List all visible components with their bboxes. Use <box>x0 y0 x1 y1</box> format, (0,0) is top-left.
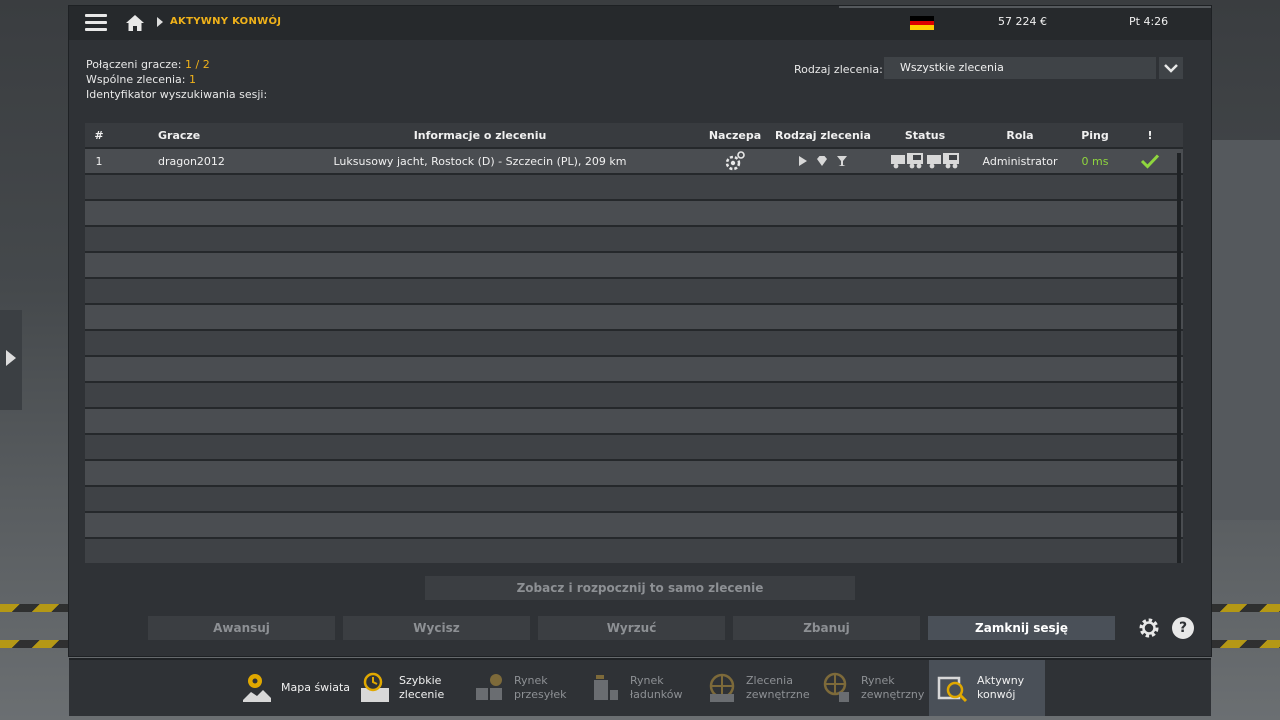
side-panel-arrow-icon[interactable] <box>6 350 16 366</box>
nav-external-jobs[interactable]: Zlecenia zewnętrzne <box>706 660 810 716</box>
checkmark-icon <box>1140 154 1160 169</box>
nav-label: Rynek zewnętrzny <box>861 674 925 701</box>
table-row-empty <box>85 381 1183 407</box>
money-display: 57 224 € <box>998 15 1047 28</box>
table-row-empty <box>85 459 1183 485</box>
trailer-gear-icon <box>725 151 745 171</box>
truck-status-icon <box>891 153 923 169</box>
diamond-icon <box>817 156 827 166</box>
header-ping[interactable]: Ping <box>1065 123 1125 147</box>
convoy-search-icon <box>937 676 968 703</box>
top-bar-line <box>839 6 1211 8</box>
play-icon <box>799 156 807 166</box>
kick-button[interactable]: Wyrzuć <box>538 616 725 640</box>
breadcrumb-arrow-icon <box>157 17 163 27</box>
world-map-icon <box>243 674 271 702</box>
header-status[interactable]: Status <box>885 123 965 147</box>
nav-freight-market[interactable]: Rynek przesyłek <box>474 660 567 716</box>
game-clock: Pt 4:26 <box>1129 15 1169 28</box>
table-row-empty <box>85 277 1183 303</box>
header-num: # <box>94 128 104 142</box>
row-num: 1 <box>95 154 103 168</box>
chevron-down-icon <box>1164 64 1178 73</box>
nav-cargo-market[interactable]: Rynek ładunków <box>590 660 683 716</box>
table-row-empty <box>85 433 1183 459</box>
job-type-dropdown-button[interactable] <box>1159 57 1183 79</box>
nav-label: Rynek przesyłek <box>514 674 567 701</box>
nav-label: Rynek ładunków <box>630 674 683 701</box>
row-job-type <box>775 149 871 173</box>
row-job-info: Luksusowy jacht, Rostock (D) - Szczecin … <box>333 154 627 168</box>
gear-icon[interactable] <box>1137 616 1161 640</box>
table-row-empty <box>85 485 1183 511</box>
home-icon[interactable] <box>125 13 145 33</box>
table-scrollbar[interactable] <box>1177 153 1181 563</box>
nav-external-market[interactable]: Rynek zewnętrzny <box>821 660 924 716</box>
nav-world-map[interactable]: Mapa świata <box>241 660 350 716</box>
nav-label: Aktywny konwój <box>977 674 1025 701</box>
trailer-status-icon <box>927 153 959 169</box>
table-row-empty <box>85 251 1183 277</box>
table-row-empty <box>85 511 1183 537</box>
table-row-empty <box>85 225 1183 251</box>
quick-job-icon <box>361 672 389 702</box>
job-type-select[interactable]: Wszystkie zlecenia <box>884 57 1156 79</box>
promote-button[interactable]: Awansuj <box>148 616 335 640</box>
row-status <box>885 149 965 173</box>
header-trailer[interactable]: Naczepa <box>705 123 765 147</box>
nav-label: Zlecenia zewnętrzne <box>746 674 810 701</box>
country-flag-icon <box>910 16 934 30</box>
freight-market-icon <box>476 674 502 700</box>
job-type-label: Rodzaj zlecenia: <box>794 63 883 76</box>
menu-icon[interactable] <box>85 14 107 32</box>
bottom-nav: Mapa świata Szybkie zlecenie Rynek przesył… <box>69 658 1211 716</box>
table-row-empty <box>85 407 1183 433</box>
header-role[interactable]: Rola <box>975 123 1065 147</box>
shared-jobs: Wspólne zlecenia: 1 <box>86 73 196 86</box>
header-job-type[interactable]: Rodzaj zlecenia <box>775 123 871 147</box>
row-ping: 0 ms <box>1081 154 1109 168</box>
nav-active-convoy[interactable]: Aktywny konwój <box>929 660 1045 716</box>
header-alert: ! <box>1147 128 1153 142</box>
close-session-button[interactable]: Zamknij sesję <box>928 616 1115 640</box>
nav-label: Szybkie zlecenie <box>399 674 445 701</box>
table-header: # Gracze Informacje o zleceniu Naczepa R… <box>85 123 1183 147</box>
table-row-empty <box>85 199 1183 225</box>
background-truck <box>1210 140 1280 520</box>
table-row-empty <box>85 355 1183 381</box>
glass-icon <box>837 156 847 166</box>
mute-button[interactable]: Wycisz <box>343 616 530 640</box>
table-row-empty <box>85 329 1183 355</box>
table-row-empty <box>85 303 1183 329</box>
table-row-empty <box>85 173 1183 199</box>
row-role: Administrator <box>982 154 1058 168</box>
nav-label: Mapa świata <box>281 681 351 694</box>
breadcrumb: AKTYWNY KONWÓJ <box>170 16 282 27</box>
nav-quick-job[interactable]: Szybkie zlecenie <box>359 660 444 716</box>
header-info[interactable]: Informacje o zleceniu <box>285 123 675 147</box>
row-trailer <box>705 149 765 173</box>
table-row[interactable]: 1 dragon2012 Luksusowy jacht, Rostock (D… <box>85 147 1183 173</box>
connected-players: Połączeni gracze: 1 / 2 <box>86 58 210 71</box>
row-check <box>1133 149 1167 173</box>
convoy-window: AKTYWNY KONWÓJ 57 224 € Pt 4:26 Połączen… <box>69 6 1211 656</box>
row-player: dragon2012 <box>158 154 225 168</box>
view-start-same-job-button[interactable]: Zobacz i rozpocznij to samo zlecenie <box>425 576 855 600</box>
help-button[interactable]: ? <box>1172 617 1194 639</box>
globe-icon <box>709 673 735 702</box>
ban-button[interactable]: Zbanuj <box>733 616 920 640</box>
table-row-empty <box>85 537 1183 563</box>
header-player[interactable]: Gracze <box>125 123 245 147</box>
cargo-market-icon <box>594 675 618 700</box>
session-search-id: Identyfikator wyszukiwania sesji: <box>86 88 268 101</box>
players-table: # Gracze Informacje o zleceniu Naczepa R… <box>85 123 1183 563</box>
globe-cargo-icon <box>823 672 849 702</box>
top-bar: AKTYWNY KONWÓJ 57 224 € Pt 4:26 <box>69 6 1211 40</box>
